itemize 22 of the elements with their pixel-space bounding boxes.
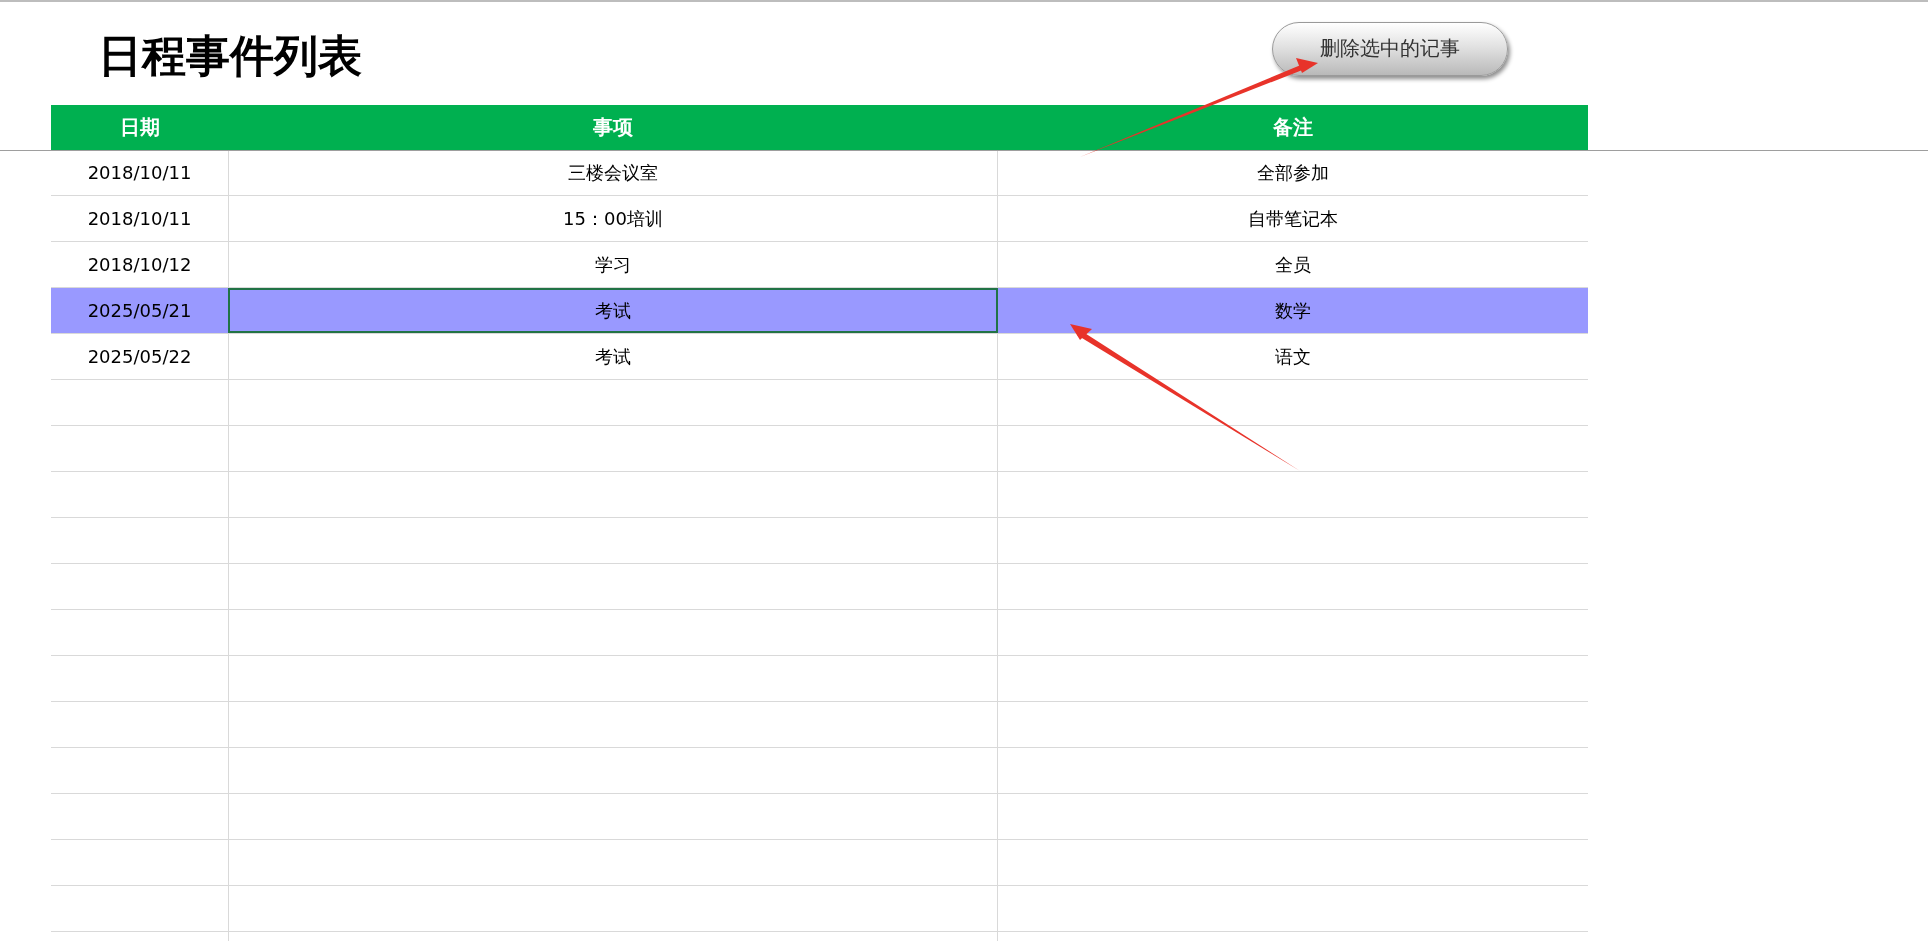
table-row[interactable]: 2018/10/11 15：00培训 自带笔记本: [51, 196, 1588, 242]
table-cell-text: 数学: [1274, 298, 1312, 323]
table-cell-text: 2018/10/12: [86, 253, 193, 277]
table-cell-text: 自带笔记本: [1247, 206, 1339, 231]
table-cell-text: 15：00培训: [562, 206, 664, 231]
table-cell-text: 考试: [594, 344, 632, 369]
table-cell-text: 全员: [1274, 252, 1312, 277]
table-cell-text: 三楼会议室: [567, 160, 659, 185]
active-cell[interactable]: 考试: [228, 288, 998, 333]
table-cell-text: 2025/05/22: [86, 345, 193, 369]
column-header: 事项: [592, 114, 634, 141]
sheet-title: 日程事件列表: [98, 29, 362, 83]
delete-selected-button[interactable]: 删除选中的记事: [1272, 21, 1508, 76]
table-cell-text: 2025/05/21: [86, 299, 193, 323]
column-header: 日期: [118, 114, 161, 141]
table-cell-text: 2018/10/11: [86, 207, 193, 231]
table-cell-text: 语文: [1274, 344, 1312, 369]
column-header: 备注: [1272, 114, 1314, 141]
table-row[interactable]: 2025/05/21 考试 数学: [51, 288, 1588, 334]
table-cell-text: 学习: [594, 252, 632, 277]
table-cell-text: 全部参加: [1256, 160, 1330, 185]
table-cell-text: 2018/10/11: [86, 161, 193, 185]
